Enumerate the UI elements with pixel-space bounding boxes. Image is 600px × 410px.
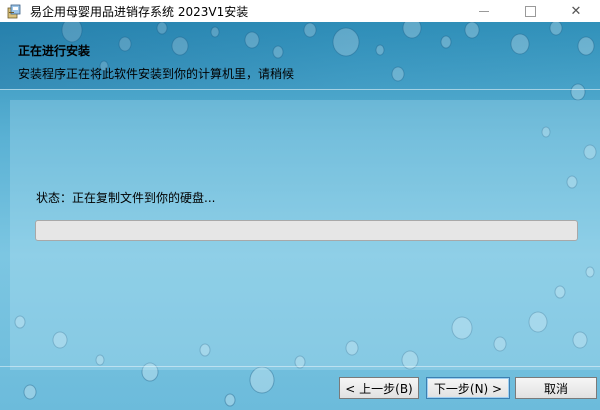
close-button[interactable]: ✕ bbox=[553, 0, 599, 22]
cancel-button[interactable]: 取消 bbox=[515, 377, 597, 399]
minimize-button[interactable] bbox=[461, 0, 507, 22]
footer-divider bbox=[0, 366, 600, 367]
minimize-icon bbox=[479, 10, 489, 12]
installer-package-icon bbox=[7, 4, 21, 19]
progress-bar bbox=[35, 220, 578, 241]
maximize-button[interactable] bbox=[507, 0, 553, 22]
title-bar[interactable]: 易企用母婴用品进销存系统 2023V1安装 ✕ bbox=[0, 0, 600, 22]
header-divider bbox=[0, 89, 600, 90]
installer-body: 正在进行安装 安装程序正在将此软件安装到你的计算机里，请稍候 状态：正在复制文件… bbox=[0, 22, 600, 410]
status-label: 状态：正在复制文件到你的硬盘... bbox=[36, 191, 216, 205]
next-button[interactable]: 下一步(N) > bbox=[426, 377, 510, 399]
page-description: 安装程序正在将此软件安装到你的计算机里，请稍候 bbox=[18, 67, 295, 81]
maximize-icon bbox=[524, 5, 536, 17]
page-title: 正在进行安装 bbox=[18, 44, 91, 58]
back-button[interactable]: < 上一步(B) bbox=[339, 377, 419, 399]
installer-window: 易企用母婴用品进销存系统 2023V1安装 ✕ 正在进行安装 安装程序正在将此软… bbox=[0, 0, 600, 410]
window-title: 易企用母婴用品进销存系统 2023V1安装 bbox=[30, 5, 249, 19]
close-icon: ✕ bbox=[570, 3, 582, 19]
